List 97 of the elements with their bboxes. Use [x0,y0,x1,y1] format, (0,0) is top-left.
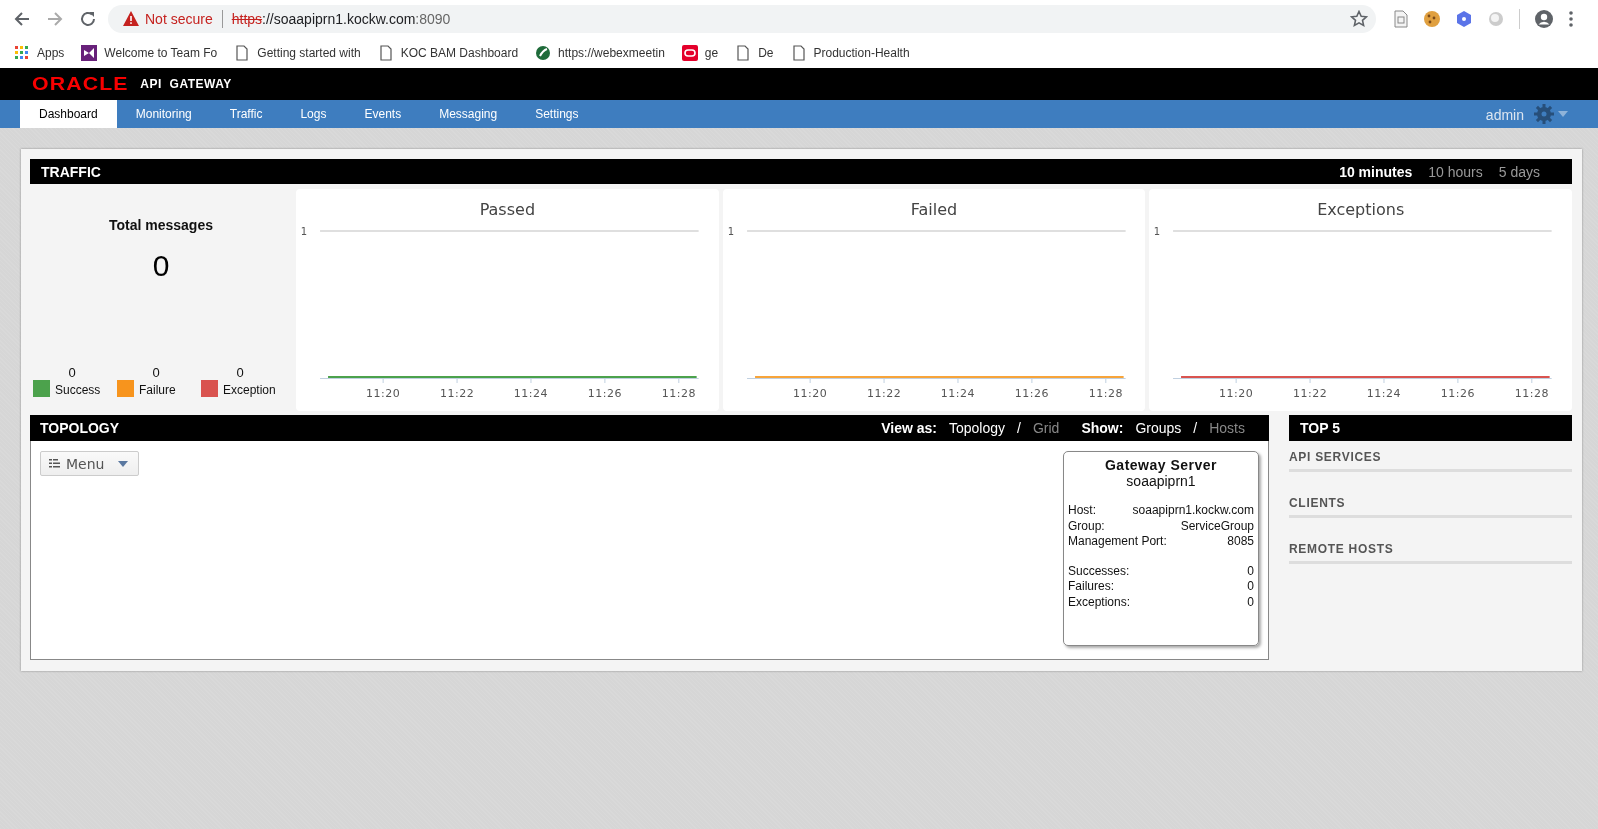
server-title: Gateway Server [1103,457,1219,473]
x-tick-label: 11:26 [587,387,622,400]
bookmark[interactable]: ge [681,44,719,61]
show-option[interactable]: Groups [1135,420,1182,436]
chart-title: Failed [910,199,958,221]
url-text: https://soaapiprn1.kockw.com:8090 [231,10,451,27]
summary-title: Total messages [109,217,213,233]
show-option[interactable]: Hosts [1209,420,1245,436]
x-tick-label: 11:22 [439,387,475,400]
view-option[interactable]: Topology [949,420,1006,436]
product-name: API GATEWAY [140,77,232,91]
page-icon [234,44,251,61]
legend-count: 0 [67,365,77,380]
x-tick-label: 11:20 [366,387,401,400]
menu-icon[interactable] [1568,9,1574,28]
caret-icon [118,460,129,467]
x-tick-label: 11:20 [1219,387,1254,400]
time-range-option[interactable]: 5 days [1498,163,1540,180]
total-count: 0 [152,249,170,283]
y-tick-label: 1 [727,226,734,237]
x-tick-label: 11:24 [513,387,549,400]
warning-icon [123,11,139,26]
page-icon [735,44,752,61]
panel-title: TRAFFIC [41,163,102,180]
separator: / [1017,420,1021,436]
x-tick-label: 11:28 [1088,387,1123,400]
page-icon [377,44,394,61]
detail-value: 0 [1247,579,1254,595]
detail-value: 8085 [1227,534,1254,550]
star-icon[interactable] [1350,9,1368,28]
legend-label: Failure [139,383,177,397]
detail-label: Successes: [1068,563,1130,580]
panel-header: TOP 5 [1289,415,1572,441]
x-tick-label: 11:24 [940,387,975,400]
legend-count: 0 [235,365,245,380]
menu-button[interactable]: Menu [40,451,140,476]
bookmark[interactable]: KOC BAM Dashboard [377,44,519,61]
section-heading[interactable]: CLIENTS [1289,496,1572,518]
x-tick-label: 11:26 [1441,387,1476,400]
x-tick-label: 11:20 [792,387,827,400]
bookmark[interactable]: Getting started with [234,44,361,61]
x-tick-label: 11:28 [1515,387,1550,400]
page-icon [790,44,807,61]
view-label: View as: [881,420,937,436]
separator: / [1193,420,1198,436]
x-tick-label: 11:22 [866,387,901,400]
detail-label: Host: [1068,503,1096,519]
detail-value: 0 [1247,594,1254,611]
x-tick-label: 11:24 [1367,387,1402,400]
server-name: soaapiprn1 [1125,473,1197,489]
cookie-icon[interactable] [1423,9,1441,28]
time-range-option[interactable]: 10 hours [1428,163,1483,180]
chart-title: Passed [479,199,536,221]
x-tick-label: 11:26 [1014,387,1049,400]
hexagon-icon[interactable] [1455,9,1473,28]
profile-icon[interactable] [1534,8,1554,29]
nav-tab[interactable]: Monitoring [116,100,211,128]
nav-tab[interactable]: Dashboard [20,100,117,128]
nav-tab[interactable]: Messaging [420,100,517,128]
detail-label: Exceptions: [1068,594,1131,611]
nav-tab[interactable]: Events [345,100,421,128]
server-node[interactable]: Gateway Server soaapiprn1 Host: soaapiprn1.kockw.com Group: ServiceGroup Management Port: 8085 Successes: 0 Failures: 0 Exceptions: 0 [1063,451,1259,646]
oracle-logo: ORACLE [32,73,129,95]
detail-label: Management Port: [1068,534,1167,550]
bookmark[interactable]: Apps [14,44,65,61]
address-bar[interactable]: Not secure https://soaapiprn1.kockw.com:8090 [108,4,1376,33]
section-heading[interactable]: API SERVICES [1289,450,1572,472]
security-label: Not secure [145,10,213,27]
legend-label: Success [55,383,102,397]
view-option[interactable]: Grid [1032,420,1060,436]
oracle-logo-icon [681,44,698,61]
bookmark[interactable]: https://webexmeetin [535,44,665,61]
list-icon [49,459,60,468]
detail-label: Group: [1068,518,1105,535]
studio-logo-icon [81,44,98,61]
x-tick-label: 11:28 [661,387,696,400]
apps-grid-icon [14,44,30,61]
x-tick-label: 11:22 [1293,387,1328,400]
nav-tab[interactable]: Logs [281,100,346,128]
show-label: Show: [1081,420,1124,436]
detail-value: soaapiprn1.kockw.com [1132,503,1254,519]
nav-tab[interactable]: Traffic [210,100,282,128]
legend-label: Exception [223,383,277,397]
bookmark[interactable]: Welcome to Team Fo [81,44,218,61]
nav-tab[interactable]: Settings [516,100,598,128]
y-tick-label: 1 [300,226,308,237]
time-range-option[interactable]: 10 minutes [1339,163,1413,180]
chart-title: Exceptions [1317,199,1405,221]
section-heading[interactable]: REMOTE HOSTS [1289,542,1572,564]
y-tick-label: 1 [1154,226,1161,237]
panel-title: TOPOLOGY [40,420,121,436]
bookmark[interactable]: Production-Health [790,44,910,61]
legend-count: 0 [151,365,161,380]
detail-value: ServiceGroup [1180,518,1254,535]
bookmark[interactable]: De [735,44,774,61]
detail-value: 0 [1247,563,1254,580]
detail-label: Failures: [1068,579,1114,595]
